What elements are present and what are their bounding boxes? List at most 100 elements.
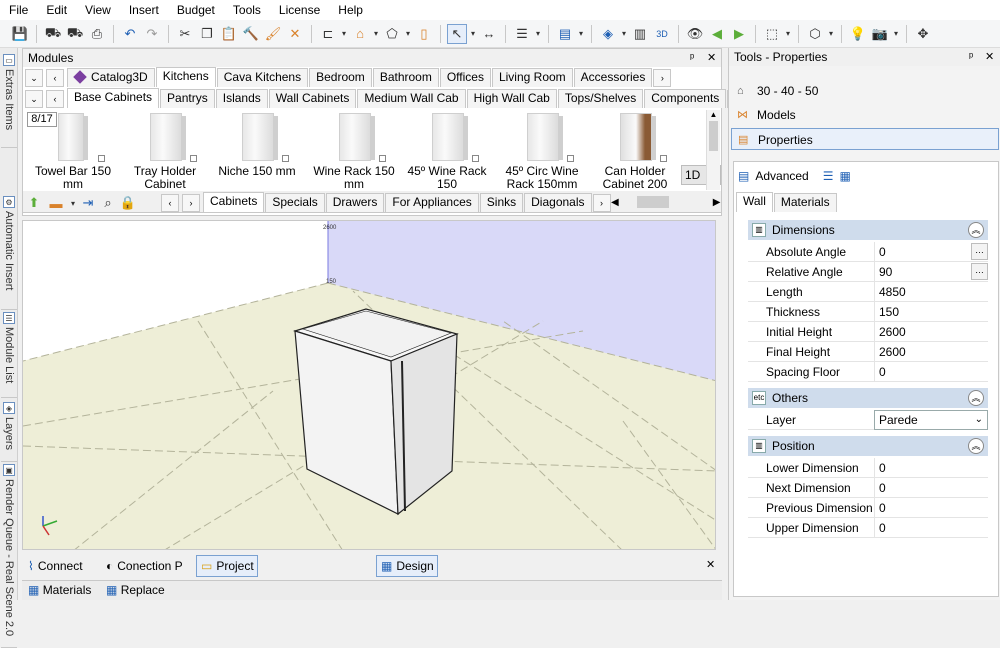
hammer-icon[interactable]: 🔨: [241, 24, 261, 44]
delete-icon[interactable]: ✕: [285, 24, 305, 44]
tab-design[interactable]: ▦ Design: [376, 555, 438, 577]
chevron-left-icon[interactable]: ‹: [161, 194, 179, 212]
lock-icon[interactable]: 🔒: [119, 194, 137, 212]
tab-components[interactable]: Components: [644, 89, 727, 108]
close-icon[interactable]: ✕: [707, 49, 716, 67]
tab-wall-cabinets[interactable]: Wall Cabinets: [268, 89, 357, 108]
eye-icon[interactable]: 👁: [685, 24, 705, 44]
tab-automatic-insert[interactable]: ⚙ Automatic Insert: [1, 194, 17, 310]
category-view-icon[interactable]: ☰: [823, 169, 834, 183]
chevron-down-icon[interactable]: ▾: [784, 24, 792, 44]
collapse-icon[interactable]: ︽: [968, 438, 984, 454]
scene-canvas[interactable]: 2600 150: [23, 221, 716, 550]
prop-value[interactable]: 0: [874, 518, 972, 537]
tab-pantrys[interactable]: Pantrys: [160, 89, 215, 108]
chevron-down-icon[interactable]: ⌄: [25, 90, 43, 108]
menu-budget[interactable]: Budget: [168, 0, 224, 20]
tab-islands[interactable]: Islands: [215, 89, 268, 108]
tab-conection-p[interactable]: ◐ Conection P: [102, 555, 187, 577]
menu-view[interactable]: View: [76, 0, 120, 20]
chevron-down-icon[interactable]: ▾: [69, 193, 77, 213]
menu-license[interactable]: License: [270, 0, 329, 20]
section-dimensions[interactable]: ▥ Dimensions ︽: [748, 220, 988, 240]
tab-living-room[interactable]: Living Room: [491, 68, 573, 87]
list-view-icon[interactable]: ▦: [839, 169, 850, 183]
tab-layers[interactable]: ◈ Layers: [1, 400, 17, 462]
prop-value[interactable]: 0: [874, 458, 972, 477]
prop-value[interactable]: 90: [874, 262, 972, 281]
align-icon[interactable]: ▤: [555, 24, 575, 44]
room-tool-icon[interactable]: ⌂: [350, 24, 370, 44]
module-checkbox[interactable]: [379, 155, 386, 162]
tab-for-appliances[interactable]: For Appliances: [385, 193, 479, 212]
measure-icon[interactable]: ↔: [479, 24, 499, 44]
camera-icon[interactable]: 📷: [870, 24, 890, 44]
3d-viewport[interactable]: 2600 150: [22, 220, 716, 550]
paste-icon[interactable]: 📋: [219, 24, 239, 44]
collapse-icon[interactable]: ︽: [968, 390, 984, 406]
chevron-right-icon[interactable]: ›: [653, 69, 672, 87]
view-mode-icon[interactable]: ⬚: [762, 24, 782, 44]
chevron-down-icon[interactable]: ⌄: [25, 69, 43, 87]
tab-base-cabinets[interactable]: Base Cabinets: [67, 88, 160, 108]
tab-catalog3d[interactable]: Catalog3D: [67, 68, 155, 87]
scroll-up-icon[interactable]: ▲: [707, 110, 720, 119]
door-icon[interactable]: ▯: [414, 24, 434, 44]
chevron-down-icon[interactable]: ▾: [620, 24, 628, 44]
tab-bedroom[interactable]: Bedroom: [309, 68, 372, 87]
scroll-thumb[interactable]: [709, 121, 718, 151]
prop-value[interactable]: 4850: [874, 282, 972, 301]
elevation-icon[interactable]: ▥: [630, 24, 650, 44]
tab-extras-items[interactable]: ▭ Extras Items: [1, 52, 17, 148]
binoculars-icon[interactable]: ⌕: [99, 194, 117, 212]
render-icon[interactable]: ⛟: [43, 24, 63, 44]
scroll-left-icon[interactable]: ◀: [611, 197, 619, 208]
tab-render-queue[interactable]: ▣ Render Queue - Real Scene 2.0: [1, 462, 17, 648]
section-others[interactable]: etc Others ︽: [748, 388, 988, 408]
scroll-right-icon[interactable]: ▶: [713, 197, 721, 208]
tab-bathroom[interactable]: Bathroom: [372, 68, 439, 87]
advanced-label[interactable]: Advanced: [755, 169, 808, 183]
prop-value[interactable]: 0: [874, 498, 972, 517]
tool-item-models[interactable]: ⋈ Models: [731, 104, 999, 126]
arrow-right-icon[interactable]: ▶: [729, 24, 749, 44]
line-style-icon[interactable]: ▬: [45, 194, 67, 212]
save-icon[interactable]: 💾: [10, 24, 30, 44]
module-item[interactable]: 45º Circ Wine Rack 150mm: [500, 109, 584, 189]
close-icon[interactable]: ✕: [706, 558, 715, 571]
tab-module-list[interactable]: ☰ Module List: [1, 310, 17, 398]
chevron-down-icon[interactable]: ▾: [340, 24, 348, 44]
chevron-down-icon[interactable]: ▾: [404, 24, 412, 44]
module-item[interactable]: Wine Rack 150 mm: [312, 109, 396, 189]
prop-value[interactable]: 0: [874, 478, 972, 497]
paint-icon[interactable]: 🖌: [263, 24, 283, 44]
module-checkbox[interactable]: [190, 155, 197, 162]
chevron-down-icon[interactable]: ▾: [827, 24, 835, 44]
pin-icon[interactable]: ᵖ: [969, 48, 973, 66]
tab-accessories[interactable]: Accessories: [573, 68, 653, 87]
redo-icon[interactable]: ↷: [142, 24, 162, 44]
module-checkbox[interactable]: [660, 155, 667, 162]
chevron-down-icon[interactable]: ▾: [372, 24, 380, 44]
tab-cava-kitchens[interactable]: Cava Kitchens: [216, 68, 309, 87]
prop-value[interactable]: 2600: [874, 322, 972, 341]
chevron-right-icon[interactable]: ›: [182, 194, 200, 212]
chevron-down-icon[interactable]: ▾: [892, 24, 900, 44]
move-icon[interactable]: ✥: [913, 24, 933, 44]
view-3d-icon[interactable]: 3D: [652, 24, 672, 44]
prop-value[interactable]: 150: [874, 302, 972, 321]
cut-icon[interactable]: ✂: [175, 24, 195, 44]
menu-file[interactable]: File: [0, 0, 37, 20]
menu-help[interactable]: Help: [329, 0, 372, 20]
chevron-down-icon[interactable]: ▾: [534, 24, 542, 44]
prop-value[interactable]: 0: [874, 242, 972, 261]
tab-kitchens[interactable]: Kitchens: [155, 67, 216, 87]
section-position[interactable]: ▥ Position ︽: [748, 436, 988, 456]
collapse-icon[interactable]: ︽: [968, 222, 984, 238]
shape-tool-icon[interactable]: ⬠: [382, 24, 402, 44]
thumbnail-scrollbar[interactable]: ▲: [706, 110, 720, 190]
layers-icon[interactable]: ☰: [512, 24, 532, 44]
module-item[interactable]: Can Holder Cabinet 200 mm: [593, 109, 677, 189]
tab-offices[interactable]: Offices: [439, 68, 491, 87]
close-icon[interactable]: ✕: [985, 48, 994, 66]
